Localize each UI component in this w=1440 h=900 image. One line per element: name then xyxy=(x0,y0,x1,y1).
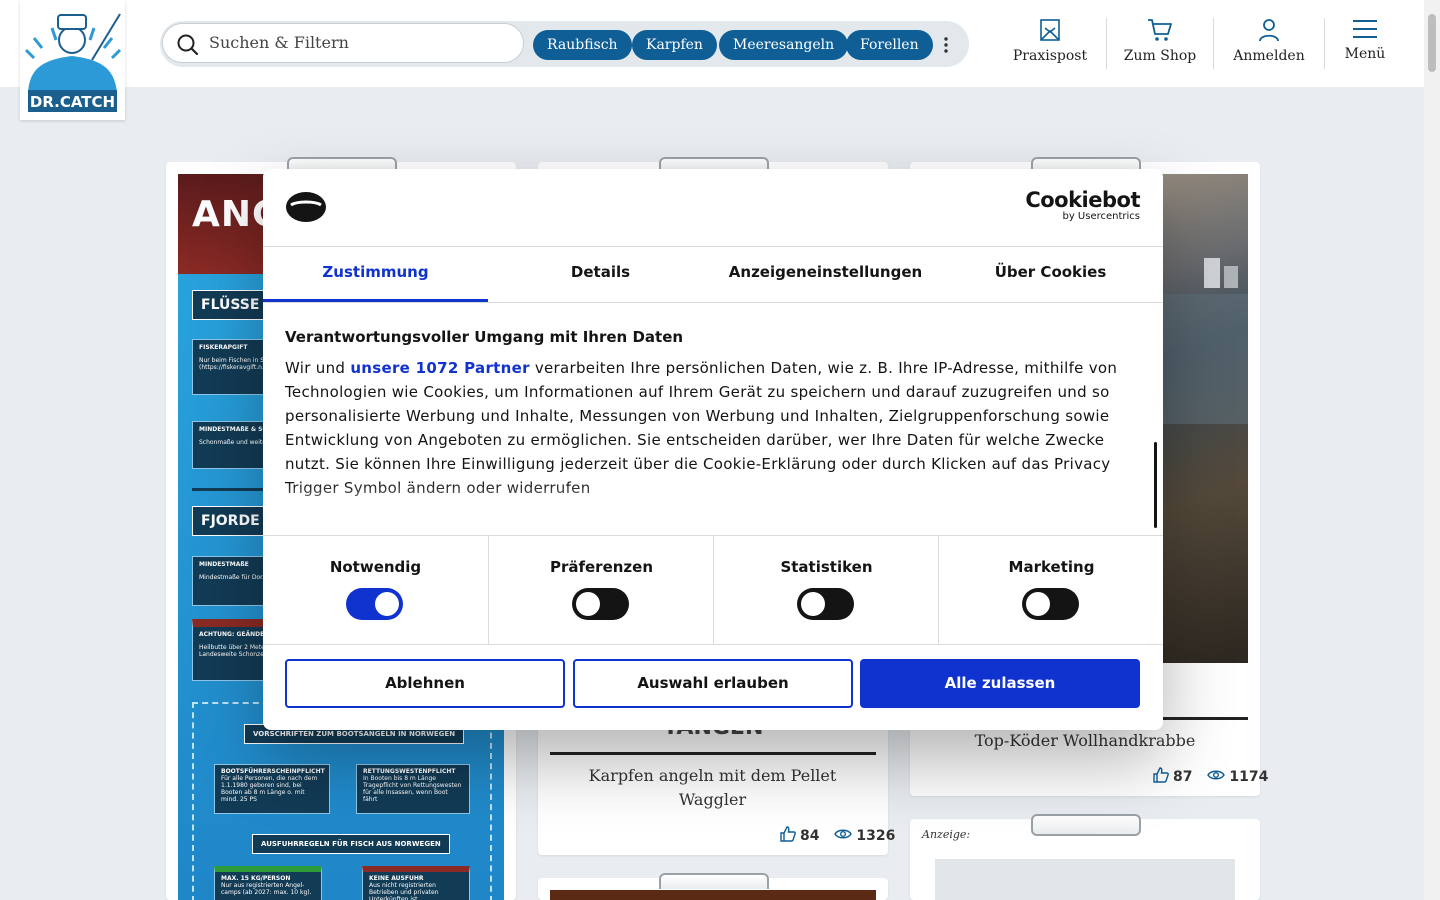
logo-text: DR.CATCH xyxy=(30,93,115,111)
user-icon xyxy=(1259,19,1279,42)
consent-body: Wir und unsere 1072 Partner verarbeiten … xyxy=(285,359,1118,497)
divider xyxy=(550,752,876,755)
tag-karpfen[interactable]: Karpfen xyxy=(632,30,717,60)
nav-menu[interactable]: Menü xyxy=(1335,18,1395,70)
nav-praxispost[interactable]: Praxispost xyxy=(1010,18,1090,70)
search-box[interactable] xyxy=(162,23,524,63)
category-label: Notwendig xyxy=(329,558,422,576)
reject-button[interactable]: Ablehnen xyxy=(285,659,565,708)
mail-icon xyxy=(1040,19,1060,41)
article-title[interactable]: Top-Köder Wollhandkrabbe xyxy=(922,729,1248,753)
tab-details[interactable]: Details xyxy=(488,246,713,302)
category-notwendig: Notwendig xyxy=(263,536,488,644)
infographic-panel: VORSCHRIFTEN ZUM BOOTSANGELN IN NORWEGEN… xyxy=(192,702,492,900)
category-statistiken: Statistiken xyxy=(713,536,939,644)
toggle-statistiken[interactable] xyxy=(797,588,854,620)
site-logo[interactable]: DR.CATCH xyxy=(20,0,125,120)
panel-heading: AUSFUHRREGELN FÜR FISCH AUS NORWEGEN xyxy=(252,834,450,854)
tab-anzeigeneinstellungen[interactable]: Anzeigeneinstellungen xyxy=(713,246,938,302)
thumbs-up-icon[interactable] xyxy=(1153,767,1169,787)
nav-divider xyxy=(1106,18,1107,69)
category-marketing: Marketing xyxy=(938,536,1163,644)
text-fade xyxy=(263,482,1143,532)
partners-link[interactable]: unsere 1072 Partner xyxy=(350,359,529,377)
dialog-tabs: Zustimmung Details Anzeigeneinstellungen… xyxy=(263,246,1163,303)
like-count: 87 xyxy=(1173,769,1193,785)
eye-icon xyxy=(834,828,853,844)
article-title[interactable]: Karpfen angeln mit dem Pellet Waggler xyxy=(580,764,845,812)
nav-menu-label: Menü xyxy=(1344,46,1386,62)
category-praeferenzen: Präferenzen xyxy=(488,536,714,644)
scrollbar-thumb[interactable] xyxy=(1428,14,1436,72)
like-count: 84 xyxy=(800,828,820,844)
category-label: Präferenzen xyxy=(549,558,654,576)
panel-box: KEINE AUSFUHR Aus nicht registrierten Bet… xyxy=(362,866,470,900)
search-filter-bar: Raubfisch Karpfen Meeresangeln Forellen xyxy=(160,21,969,67)
consent-heading: Verantwortungsvoller Umgang mit Ihren Da… xyxy=(285,328,684,346)
ad-label: Anzeige: xyxy=(922,828,971,841)
consent-categories: Notwendig Präferenzen Statistiken Market… xyxy=(263,535,1163,645)
nav-login-label: Anmelden xyxy=(1233,48,1305,64)
nav-divider xyxy=(1324,18,1325,69)
privacy-trigger-icon xyxy=(286,192,326,222)
allow-selection-button[interactable]: Auswahl erlauben xyxy=(573,659,853,708)
search-icon xyxy=(177,34,199,56)
tag-forellen[interactable]: Forellen xyxy=(846,30,933,60)
category-label: Marketing xyxy=(1008,558,1095,576)
view-count: 1174 xyxy=(1229,769,1269,785)
site-header: Raubfisch Karpfen Meeresangeln Forellen … xyxy=(0,0,1424,87)
nav-shop-label: Zum Shop xyxy=(1123,48,1197,64)
nav-login[interactable]: Anmelden xyxy=(1229,18,1309,70)
tab-zustimmung[interactable]: Zustimmung xyxy=(263,246,488,302)
category-label: Statistiken xyxy=(780,558,873,576)
more-options-icon[interactable] xyxy=(942,35,950,55)
dialog-header: Cookiebot by Usercentrics xyxy=(263,169,1163,247)
dialog-scrollbar[interactable] xyxy=(1154,442,1157,528)
fisherman-logo-icon: DR.CATCH xyxy=(24,13,122,112)
eye-icon xyxy=(1207,769,1226,785)
cookie-consent-dialog: Cookiebot by Usercentrics Zustimmung Det… xyxy=(263,169,1163,730)
panel-box: BOOTSFÜHRERSCHEINPFLICHT Für alle Persone… xyxy=(214,764,330,814)
tab-ueber-cookies[interactable]: Über Cookies xyxy=(938,246,1163,302)
allow-all-button[interactable]: Alle zulassen xyxy=(860,659,1140,708)
tag-raubfisch[interactable]: Raubfisch xyxy=(533,30,632,60)
toggle-praeferenzen[interactable] xyxy=(572,588,629,620)
nav-praxispost-label: Praxispost xyxy=(1012,48,1088,64)
clip-decoration xyxy=(1031,814,1141,836)
nav-shop[interactable]: Zum Shop xyxy=(1120,18,1200,70)
toggle-marketing[interactable] xyxy=(1022,588,1079,620)
hamburger-menu-icon xyxy=(1353,20,1377,38)
search-input[interactable] xyxy=(207,32,511,53)
cookiebot-logo: Cookiebot by Usercentrics xyxy=(1025,188,1140,222)
ad-slot[interactable] xyxy=(935,859,1235,900)
page-scrollbar[interactable] xyxy=(1424,0,1440,900)
cart-icon xyxy=(1148,19,1172,41)
clip-decoration xyxy=(659,873,769,889)
nav-divider xyxy=(1213,18,1214,69)
article-stats: 87 1174 xyxy=(1153,767,1268,787)
thumbs-up-icon[interactable] xyxy=(780,826,796,846)
toggle-notwendig[interactable] xyxy=(346,588,403,620)
panel-box: RETTUNGSWESTENPFLICHT In Booten bis 8 m L… xyxy=(356,764,470,814)
consent-text-area[interactable]: Verantwortungsvoller Umgang mit Ihren Da… xyxy=(263,302,1163,535)
tag-meeresangeln[interactable]: Meeresangeln xyxy=(719,30,849,60)
article-image[interactable] xyxy=(550,890,876,900)
article-stats: 84 1326 xyxy=(780,826,895,846)
view-count: 1326 xyxy=(856,828,896,844)
panel-box: MAX. 15 KG/PERSON Nur aus registrierten A… xyxy=(214,866,322,900)
